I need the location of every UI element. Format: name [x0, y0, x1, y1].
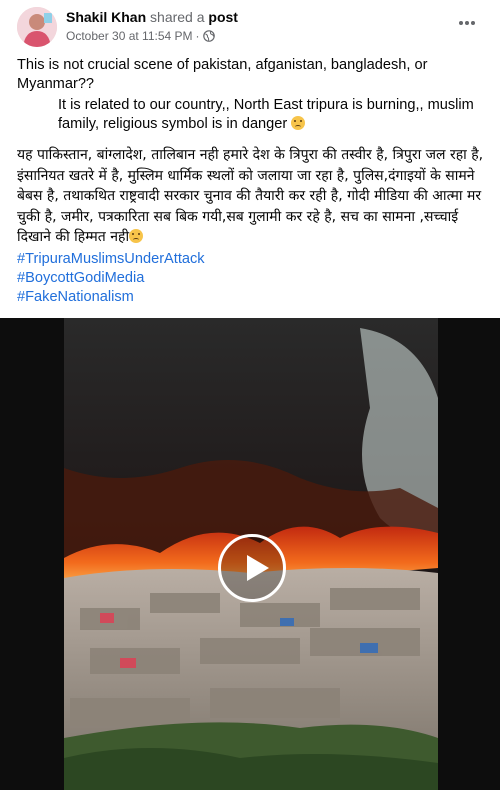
- timestamp[interactable]: October 30 at 11:54 PM: [66, 29, 193, 43]
- post-text-english-1: This is not crucial scene of pakistan, a…: [17, 57, 428, 92]
- sad-face-emoji: [291, 116, 306, 130]
- meta-separator: ·: [195, 29, 200, 43]
- post-text-hindi-content: यह पाकिस्तान, बांग्लादेश, तालिबान नही हम…: [17, 147, 484, 245]
- sad-face-emoji: [129, 229, 144, 243]
- hashtag-list: #TripuraMuslimsUnderAttack #BoycottGodiM…: [17, 250, 205, 307]
- hashtag-link[interactable]: #TripuraMuslimsUnderAttack: [17, 250, 205, 269]
- hashtag-link[interactable]: #FakeNationalism: [17, 288, 205, 307]
- post-card: Shakil Khan shared a post October 30 at …: [0, 0, 500, 790]
- post-header: Shakil Khan shared a post October 30 at …: [0, 0, 500, 52]
- post-meta: October 30 at 11:54 PM ·: [66, 29, 215, 43]
- post-text-hindi: यह पाकिस्तान, बांग्लादेश, तालिबान नही हम…: [17, 145, 486, 248]
- author-name[interactable]: Shakil Khan: [66, 9, 146, 25]
- shared-post-link[interactable]: post: [208, 9, 238, 25]
- post-title-line: Shakil Khan shared a post: [66, 9, 238, 25]
- play-icon[interactable]: [218, 534, 286, 602]
- more-options-icon[interactable]: [456, 14, 478, 32]
- avatar[interactable]: [17, 7, 57, 47]
- globe-icon: [202, 30, 215, 42]
- post-text-english-2-content: It is related to our country,, North Eas…: [58, 97, 474, 132]
- share-action-text: shared a: [150, 9, 205, 25]
- hashtag-link[interactable]: #BoycottGodiMedia: [17, 269, 205, 288]
- post-text-english-2: It is related to our country,, North Eas…: [17, 96, 486, 134]
